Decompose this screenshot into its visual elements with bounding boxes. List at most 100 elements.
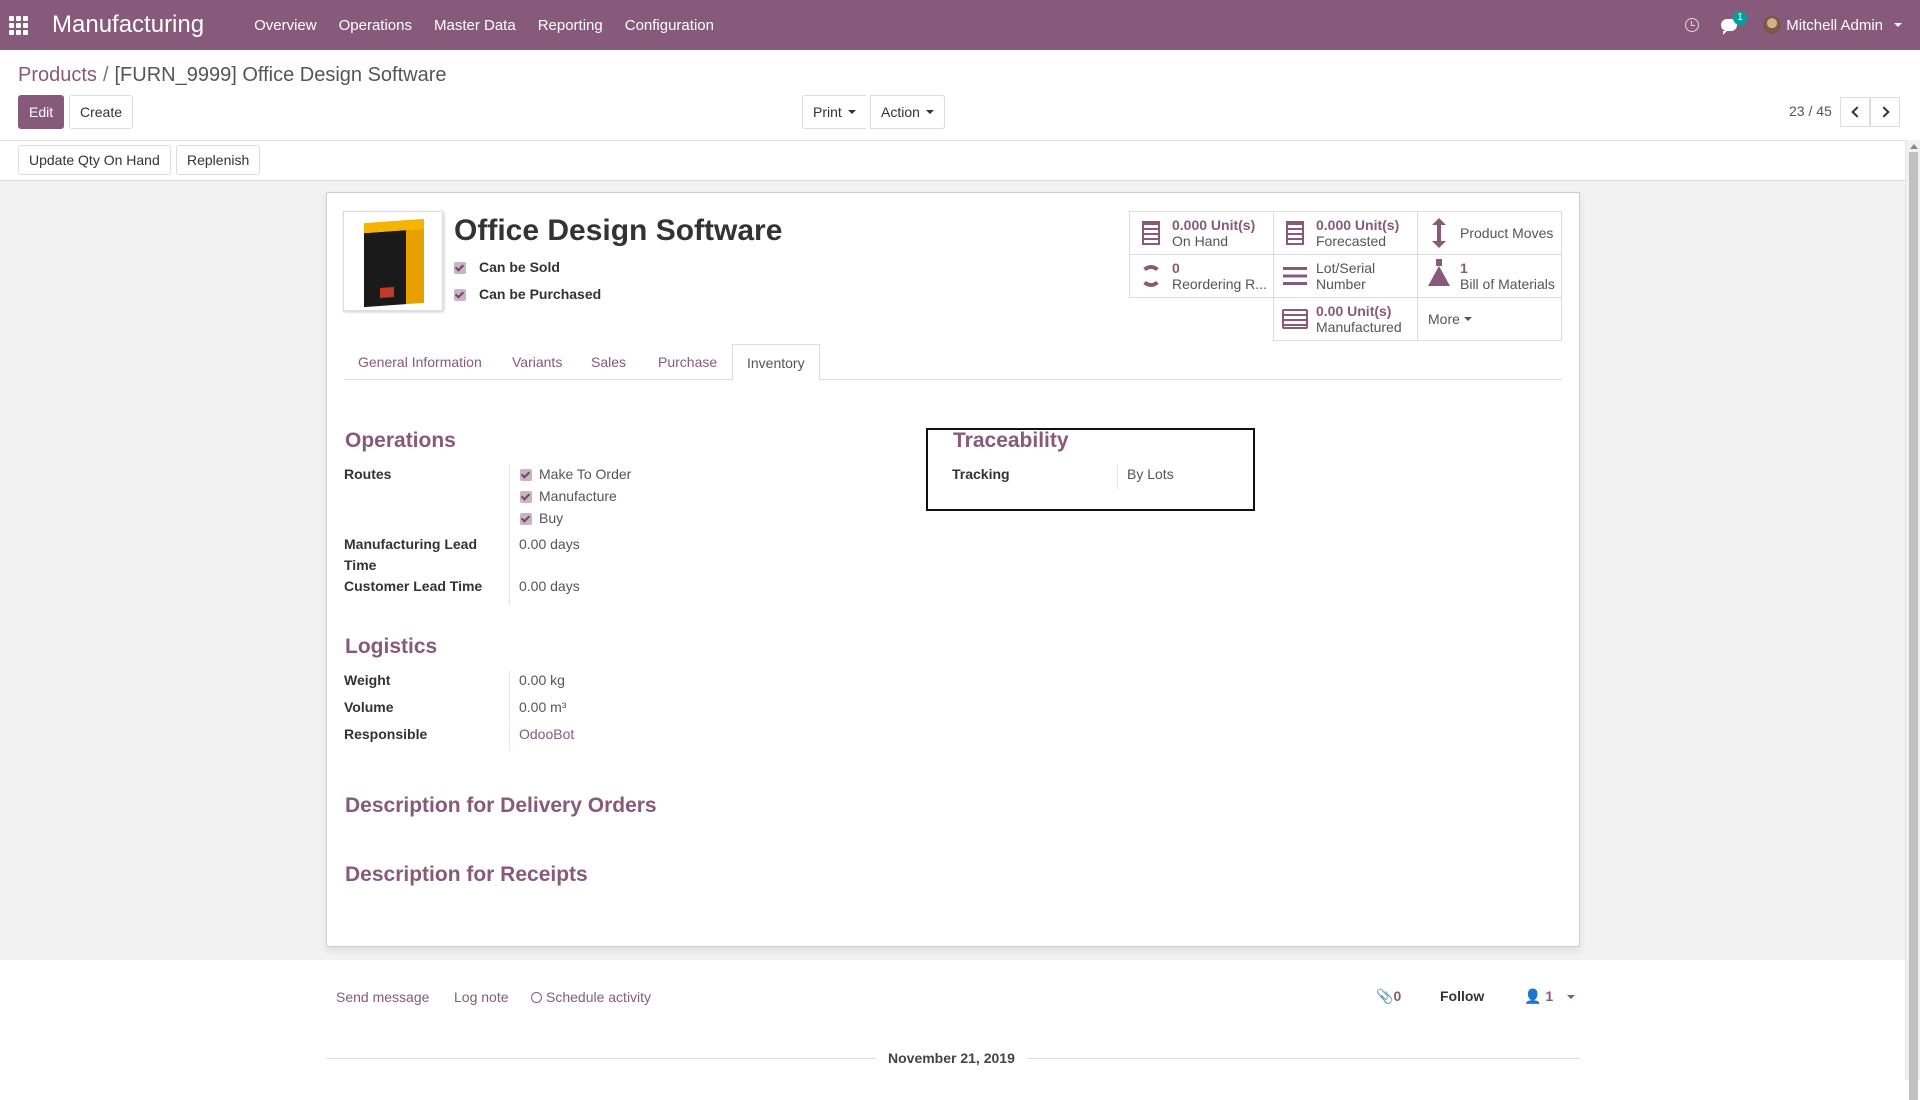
chevron-down-icon [847, 110, 856, 114]
user-menu[interactable]: Mitchell Admin [1763, 16, 1902, 34]
description-receipts-title: Description for Receipts [345, 863, 588, 886]
action-label: Action [881, 104, 920, 120]
manufactured-value: 0.00 Unit(s) [1316, 303, 1392, 319]
route-manufacture-checkbox[interactable] [520, 491, 532, 503]
weight-value: 0.00 kg [519, 670, 565, 691]
tab-purchase[interactable]: Purchase [644, 344, 731, 381]
apps-menu-icon[interactable] [0, 0, 36, 50]
breadcrumb: Products / [FURN_9999] Office Design Softw… [18, 64, 447, 87]
more-label: More [1428, 311, 1460, 327]
followers-dropdown[interactable]: 👤 1 [1524, 988, 1576, 1005]
pager-previous-button[interactable] [1840, 97, 1870, 127]
replenish-button[interactable]: Replenish [176, 145, 261, 175]
route-manufacture-label: Manufacture [539, 488, 617, 504]
schedule-activity-link[interactable]: Schedule activity [531, 989, 651, 1005]
scroll-thumb[interactable] [1909, 152, 1918, 1100]
clock-icon [531, 992, 542, 1003]
app-name[interactable]: Manufacturing [52, 11, 204, 39]
menu-configuration[interactable]: Configuration [625, 17, 714, 34]
can-be-purchased-checkbox[interactable] [454, 289, 466, 301]
operations-group-title: Operations [345, 429, 456, 452]
message-date: November 21, 2019 [876, 1050, 1027, 1066]
tab-inventory[interactable]: Inventory [732, 344, 820, 381]
update-qty-on-hand-button[interactable]: Update Qty On Hand [18, 145, 171, 175]
refresh-icon [1138, 265, 1164, 287]
lot-serial-label-1: Lot/Serial [1316, 260, 1376, 276]
log-note-link[interactable]: Log note [454, 989, 509, 1005]
route-make-to-order-label: Make To Order [539, 466, 632, 482]
reordering-label: Reordering R... [1172, 276, 1267, 292]
tab-sales[interactable]: Sales [577, 344, 640, 381]
tracking-value[interactable]: By Lots [1127, 464, 1174, 485]
bill-of-materials-button[interactable]: 1 Bill of Materials [1417, 254, 1562, 298]
more-dropdown[interactable]: More [1417, 297, 1562, 341]
menu-master-data[interactable]: Master Data [434, 17, 516, 34]
manufacturing-lead-time-value: 0.00 days [519, 536, 580, 552]
route-buy-checkbox[interactable] [520, 513, 532, 525]
pager-value[interactable]: 23 / 45 [1789, 103, 1832, 119]
traceability-group-title: Traceability [953, 429, 1069, 452]
scroll-up-arrow[interactable] [1910, 144, 1918, 149]
manufactured-label: Manufactured [1316, 319, 1402, 335]
lot-serial-button[interactable]: Lot/Serial Number [1273, 254, 1418, 298]
send-message-link[interactable]: Send message [336, 989, 429, 1005]
field-separator [509, 464, 510, 605]
lot-serial-label-2: Number [1316, 276, 1366, 292]
notebook-tabs: General Information Variants Sales Purch… [344, 344, 1562, 381]
on-hand-label: On Hand [1172, 233, 1229, 249]
chevron-down-icon [1567, 995, 1576, 1000]
attachments-button[interactable]: 📎0 [1376, 988, 1401, 1005]
menu-operations[interactable]: Operations [339, 17, 412, 34]
tab-general-information[interactable]: General Information [344, 344, 496, 381]
messages-badge: 1 [1733, 11, 1747, 25]
on-hand-button[interactable]: 0.000 Unit(s) On Hand [1129, 211, 1274, 255]
can-be-sold-label: Can be Sold [479, 259, 560, 275]
forecasted-value: 0.000 Unit(s) [1316, 217, 1400, 233]
follow-button[interactable]: Follow [1440, 988, 1484, 1004]
attachments-count: 0 [1393, 988, 1402, 1004]
bars-icon [1282, 267, 1308, 285]
menu-reporting[interactable]: Reporting [538, 17, 603, 34]
bom-label: Bill of Materials [1460, 276, 1555, 292]
weight-amount: 0.00 [519, 672, 547, 688]
flask-icon [1426, 259, 1452, 286]
product-moves-button[interactable]: Product Moves [1417, 211, 1562, 255]
create-button[interactable]: Create [69, 95, 134, 129]
weight-unit: kg [550, 672, 565, 688]
navbar-systray: 1 Mitchell Admin [1685, 0, 1902, 50]
forecasted-button[interactable]: 0.000 Unit(s) Forecasted [1273, 211, 1418, 255]
reordering-rules-button[interactable]: 0 Reordering R... [1129, 254, 1274, 298]
breadcrumb-products-link[interactable]: Products [18, 64, 97, 86]
chevron-down-icon [1894, 23, 1902, 27]
responsible-link[interactable]: OdooBot [519, 724, 574, 745]
action-dropdown[interactable]: Action [870, 95, 945, 129]
description-delivery-title: Description for Delivery Orders [345, 794, 657, 817]
menu-overview[interactable]: Overview [254, 17, 317, 34]
activity-clock-icon[interactable] [1685, 18, 1700, 32]
user-name: Mitchell Admin [1786, 16, 1883, 34]
field-separator [509, 670, 510, 750]
arrows-vertical-icon [1426, 218, 1452, 248]
scrollbar[interactable] [1905, 140, 1920, 1100]
pager-next-button[interactable] [1870, 97, 1900, 127]
can-be-sold-checkbox[interactable] [454, 262, 466, 274]
manufacturing-lead-time-label-1: Manufacturing Lead [344, 536, 478, 552]
schedule-activity-label: Schedule activity [546, 989, 652, 1005]
tab-variants[interactable]: Variants [498, 344, 576, 381]
volume-unit: m³ [550, 699, 567, 715]
forecasted-label: Forecasted [1316, 233, 1387, 249]
edit-button[interactable]: Edit [18, 95, 65, 129]
volume-amount: 0.00 [519, 699, 547, 715]
print-dropdown[interactable]: Print [802, 95, 866, 129]
building-icon [1282, 221, 1308, 245]
list-icon [1282, 309, 1308, 329]
manufactured-button[interactable]: 0.00 Unit(s) Manufactured [1273, 297, 1418, 341]
product-image[interactable] [343, 211, 443, 311]
building-icon [1138, 221, 1164, 245]
route-make-to-order-checkbox[interactable] [520, 469, 532, 481]
messaging-menu[interactable]: 1 [1721, 11, 1747, 35]
user-avatar [1763, 16, 1782, 34]
can-be-purchased-label: Can be Purchased [479, 286, 602, 302]
chevron-down-icon [925, 110, 934, 114]
customer-lead-time-label: Customer Lead Time [344, 578, 483, 594]
